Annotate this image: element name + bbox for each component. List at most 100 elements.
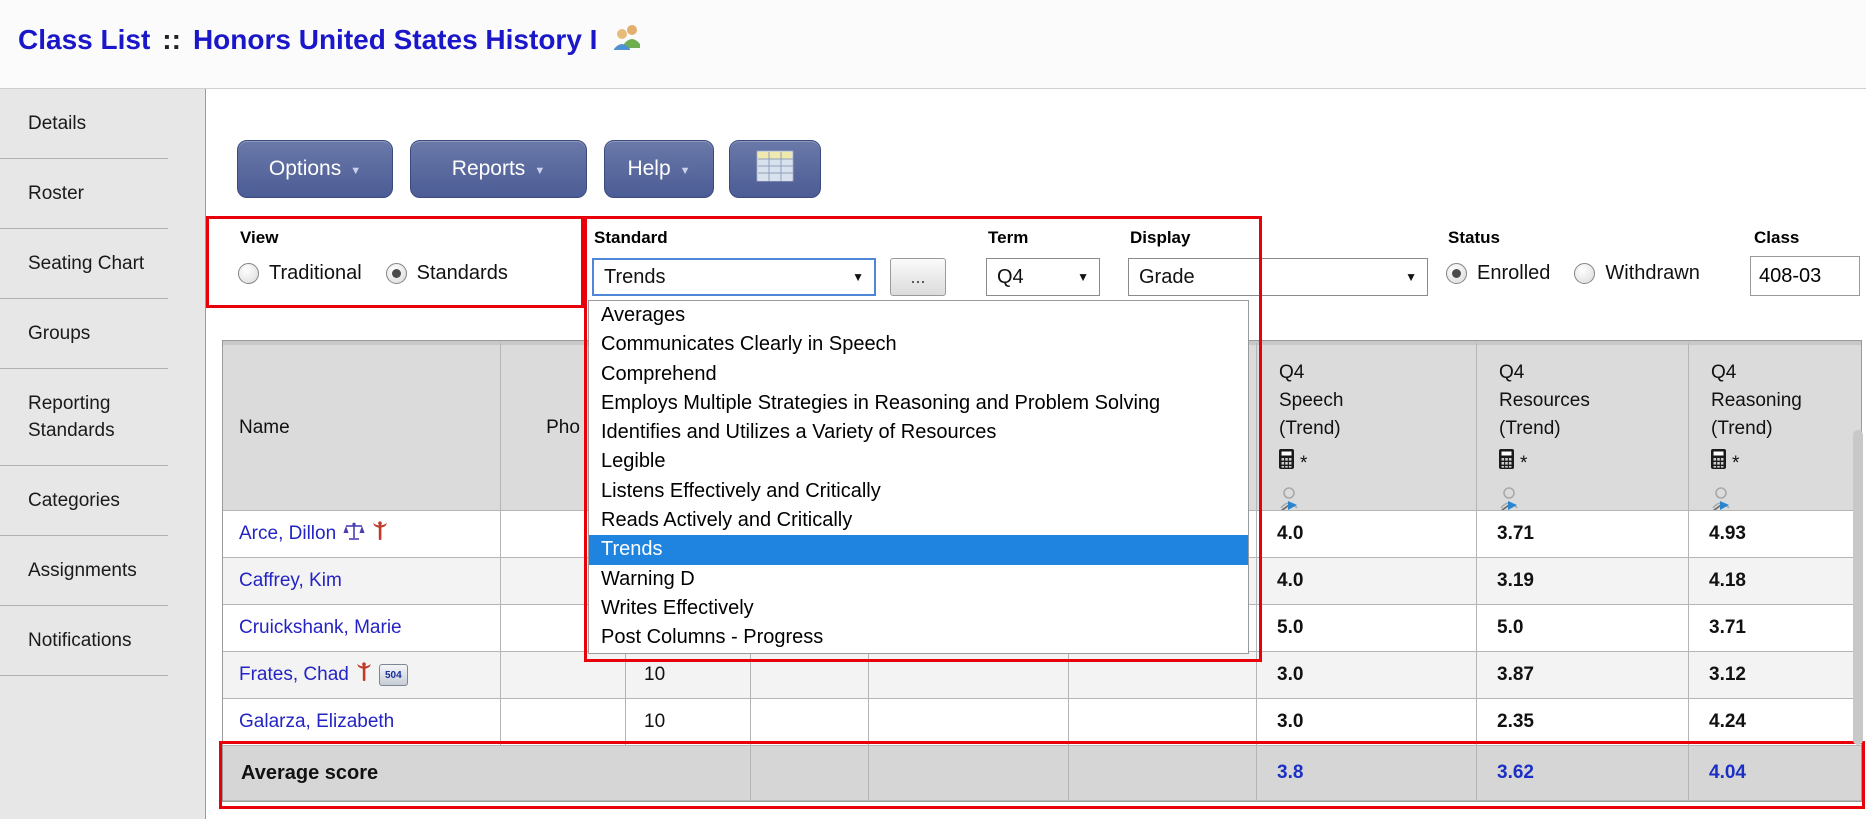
display-select-value: Grade [1139,266,1195,289]
header-mode: (Trend) [1711,415,1773,443]
view-standards-radio[interactable] [386,263,407,284]
sidebar-item-roster[interactable]: Roster [0,159,168,229]
standard-select-value: Trends [604,266,666,289]
table-grid-icon [756,150,794,188]
status-enrolled-radio[interactable] [1446,263,1467,284]
score-cell[interactable]: 3.0 [1257,699,1477,746]
photo-cell [501,652,626,699]
display-select[interactable]: Grade ▼ [1128,258,1428,296]
sidebar-item-groups[interactable]: Groups [0,299,168,369]
average-score-cell: 3.8 [1257,746,1477,801]
score-cell[interactable]: 3.71 [1477,511,1689,558]
term-select-value: Q4 [997,266,1024,289]
score-cell[interactable]: 2.35 [1477,699,1689,746]
calculator-icon[interactable] [1711,449,1726,478]
scales-icon [343,522,365,547]
score-cell[interactable]: 4.93 [1689,511,1861,558]
header-term: Q4 [1499,359,1524,387]
name-column-header[interactable]: Name [223,341,501,511]
sidebar-item-details[interactable]: Details [0,89,168,159]
score-cell[interactable]: 3.87 [1477,652,1689,699]
student-link[interactable]: Arce, Dillon [239,523,336,545]
score-cell[interactable]: 3.71 [1689,605,1861,652]
chevron-down-icon: ▼ [680,165,691,177]
dropdown-option[interactable]: Averages [589,301,1248,330]
dropdown-option[interactable]: Post Columns - Progress [589,623,1248,652]
q4-resources-column-header[interactable]: Q4 Resources (Trend) * [1477,341,1689,511]
empty-cell [1069,699,1257,746]
score-cell[interactable]: 3.0 [1257,652,1477,699]
score-cell[interactable]: 4.24 [1689,699,1861,746]
grid-view-button[interactable] [729,140,821,198]
class-list-link[interactable]: Class List [18,24,150,56]
page-header: Class List :: Honors United States Histo… [0,0,1866,89]
person-detail-icon[interactable] [1279,486,1301,511]
dropdown-option[interactable]: Identifies and Utilizes a Variety of Res… [589,418,1248,447]
dropdown-option[interactable]: Employs Multiple Strategies in Reasoning… [589,389,1248,418]
photo-cell [501,699,626,746]
average-score-label: Average score [223,746,751,801]
title-separator: :: [160,24,183,56]
score-cell[interactable]: 3.19 [1477,558,1689,605]
score-cell[interactable]: 4.0 [1257,558,1477,605]
options-button[interactable]: Options ▼ [237,140,393,198]
class-input[interactable] [1750,256,1860,296]
people-icon [611,22,643,57]
table-row: Caffrey, Kim [223,558,501,605]
standard-more-button[interactable]: ... [890,258,946,296]
score-cell[interactable]: 4.0 [1257,511,1477,558]
plan-504-icon: 504 [379,664,408,686]
dropdown-option[interactable]: Listens Effectively and Critically [589,477,1248,506]
header-term: Q4 [1279,359,1304,387]
chevron-down-icon: ▼ [534,165,545,177]
help-button[interactable]: Help ▼ [604,140,714,198]
empty-cell [1069,652,1257,699]
dropdown-option[interactable]: Comprehend [589,360,1248,389]
student-link[interactable]: Cruickshank, Marie [239,617,402,639]
student-link[interactable]: Caffrey, Kim [239,570,342,592]
score-cell[interactable]: 5.0 [1477,605,1689,652]
person-detail-icon[interactable] [1499,486,1521,511]
vertical-scrollbar-thumb[interactable] [1853,430,1863,745]
dropdown-option[interactable]: Writes Effectively [589,594,1248,623]
header-standard: Reasoning [1711,387,1802,415]
sidebar-item-notifications[interactable]: Notifications [0,606,168,676]
average-score-cell: 3.62 [1477,746,1689,801]
select-arrow-icon: ▼ [852,270,864,284]
student-link[interactable]: Galarza, Elizabeth [239,711,394,733]
sidebar-item-seating-chart[interactable]: Seating Chart [0,229,168,299]
score-cell[interactable]: 3.12 [1689,652,1861,699]
standard-select[interactable]: Trends ▼ [592,258,876,296]
header-mode: (Trend) [1499,415,1561,443]
dropdown-option[interactable]: Communicates Clearly in Speech [589,330,1248,359]
student-link[interactable]: Frates, Chad [239,664,349,686]
dropdown-option[interactable]: Legible [589,447,1248,476]
view-traditional-radio[interactable] [238,263,259,284]
standard-label: Standard [594,228,668,248]
calculator-icon[interactable] [1499,449,1514,478]
select-arrow-icon: ▼ [1077,270,1089,284]
table-row: Galarza, Elizabeth [223,699,501,746]
status-withdrawn-radio[interactable] [1574,263,1595,284]
table-row: Arce, Dillon [223,511,501,558]
reports-button[interactable]: Reports ▼ [410,140,587,198]
term-select[interactable]: Q4 ▼ [986,258,1100,296]
q4-speech-column-header[interactable]: Q4 Speech (Trend) * [1257,341,1477,511]
sidebar-item-assignments[interactable]: Assignments [0,536,168,606]
score-cell[interactable]: 5.0 [1257,605,1477,652]
sidebar-item-reporting-standards[interactable]: Reporting Standards [0,369,168,466]
calculator-icon[interactable] [1279,449,1294,478]
header-standard: Resources [1499,387,1590,415]
empty-cell [869,652,1069,699]
score-cell[interactable]: 4.18 [1689,558,1861,605]
sidebar-item-categories[interactable]: Categories [0,466,168,536]
dropdown-option[interactable]: Reads Actively and Critically [589,506,1248,535]
q4-reasoning-column-header[interactable]: Q4 Reasoning (Trend) * [1689,341,1861,511]
dropdown-option[interactable]: Warning D [589,565,1248,594]
class-label: Class [1754,228,1799,248]
calculated-footnote: * [1520,450,1527,478]
status-enrolled-label: Enrolled [1477,262,1550,285]
person-detail-icon[interactable] [1711,486,1733,511]
dropdown-option-selected[interactable]: Trends [589,535,1248,564]
calculated-footnote: * [1300,450,1307,478]
